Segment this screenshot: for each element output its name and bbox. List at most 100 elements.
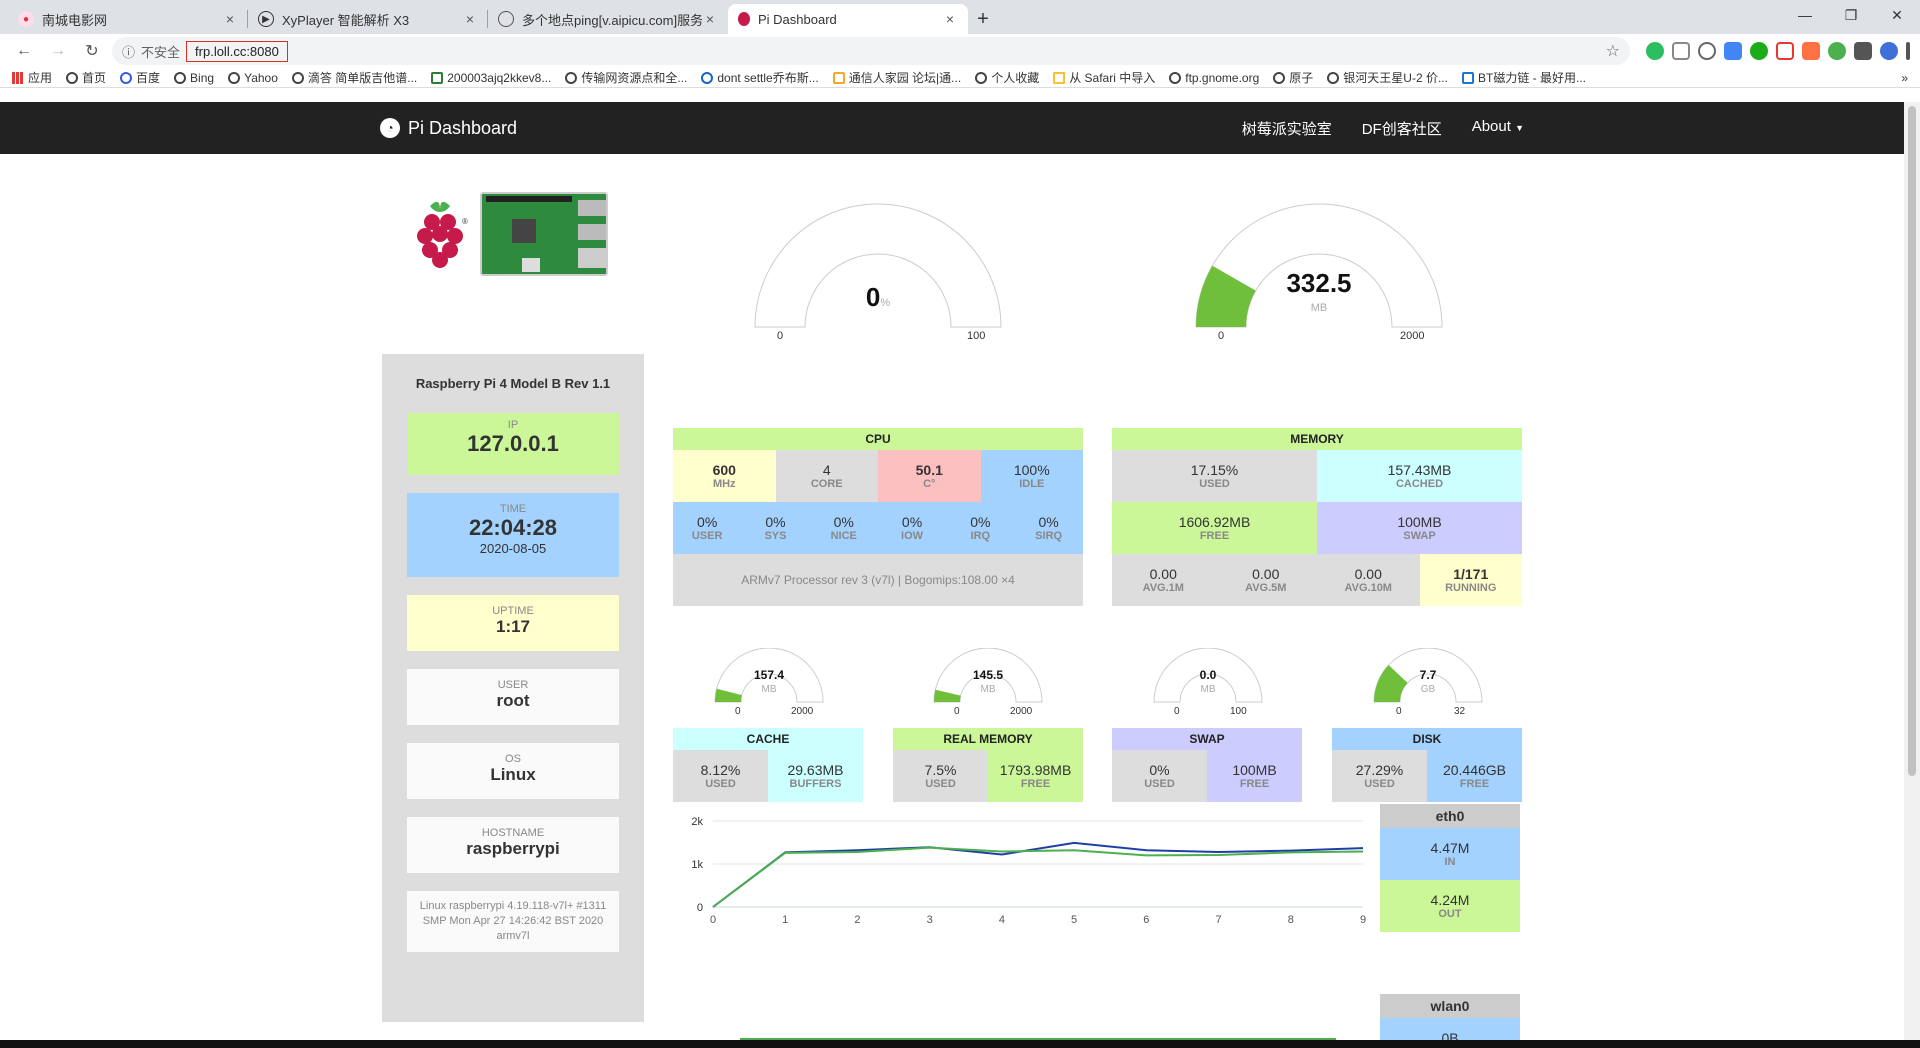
x-tick-label: 2 xyxy=(854,914,860,926)
page-scrollbar[interactable] xyxy=(1904,102,1920,1040)
close-icon[interactable]: × xyxy=(702,11,718,27)
bookmark-item[interactable]: 百度 xyxy=(120,69,160,86)
x-tick-label: 1 xyxy=(782,914,788,926)
globe-icon xyxy=(66,71,79,84)
memory-swap: 100MB SWAP xyxy=(1317,502,1522,554)
cpu-stat: 0% IRQ xyxy=(970,514,991,542)
extension-icon[interactable] xyxy=(1698,42,1716,60)
close-icon[interactable]: × xyxy=(222,11,238,27)
swap-gauge: 0.0 MB 0 100 xyxy=(1150,647,1266,724)
minimize-icon[interactable]: — xyxy=(1782,0,1828,30)
eth0-in: 4.47M IN xyxy=(1380,828,1520,880)
restore-icon[interactable]: ❐ xyxy=(1828,0,1874,30)
browser-tab[interactable]: ● 南城电影网 × xyxy=(8,4,248,34)
load-avg-1m: 0.00 AVG.1M xyxy=(1142,566,1184,594)
close-icon[interactable]: × xyxy=(942,11,958,27)
tab-bar: ● 南城电影网 × ▶ XyPlayer 智能解析 X3 × 多个地点ping[… xyxy=(0,0,1920,34)
os-box: OS Linux xyxy=(407,743,619,799)
movie-site-icon: ● xyxy=(18,11,34,27)
address-bar[interactable]: ⓘ 不安全 frp.loll.cc:8080 ☆ xyxy=(112,37,1630,65)
translate-icon[interactable] xyxy=(1724,42,1742,60)
bookmark-item[interactable]: ftp.gnome.org xyxy=(1169,71,1259,85)
bookmark-star-icon[interactable]: ☆ xyxy=(1606,41,1620,61)
bookmark-item[interactable]: 银河天王星U-2 价... xyxy=(1327,69,1448,86)
x-tick-label: 6 xyxy=(1143,914,1149,926)
memory-used: 17.15% USED xyxy=(1112,450,1317,502)
browser-tab-active[interactable]: Pi Dashboard × xyxy=(728,4,968,34)
bookmark-item[interactable]: 通信人家园 论坛|通... xyxy=(832,69,961,86)
info-icon[interactable]: ⓘ xyxy=(122,42,135,61)
bookmark-item[interactable]: 滴答 简单版吉他谱... xyxy=(291,69,417,86)
bookmark-item[interactable]: BT磁力链 - 最好用... xyxy=(1461,69,1586,86)
uptime-box: UPTIME 1:17 xyxy=(407,595,619,651)
crop-icon[interactable] xyxy=(1776,42,1794,60)
pi-model: Raspberry Pi 4 Model B Rev 1.1 xyxy=(415,376,611,391)
close-window-icon[interactable]: ✕ xyxy=(1874,0,1920,30)
more-bookmarks-icon[interactable]: » xyxy=(1901,71,1908,85)
check-icon[interactable] xyxy=(1750,42,1768,60)
cache-panel: CACHE 8.12% USED 29.63MB BUFFERS xyxy=(673,728,863,802)
site-navbar: ◔ Pi Dashboard 树莓派实验室 DF创客社区 About ▼ xyxy=(0,102,1904,154)
cpu-model: ARMv7 Processor rev 3 (v7l) | Bogomips:1… xyxy=(673,554,1083,606)
insecure-label: 不安全 xyxy=(141,44,181,60)
nav-link-about[interactable]: About ▼ xyxy=(1472,118,1524,139)
back-icon[interactable]: ← xyxy=(10,37,38,65)
caret-down-icon: ▼ xyxy=(1515,122,1524,133)
series-line-1 xyxy=(712,846,1364,908)
taskbar xyxy=(0,1040,1920,1048)
bookmark-item[interactable]: 个人收藏 xyxy=(975,69,1039,86)
feed-icon[interactable] xyxy=(1802,42,1820,60)
brand[interactable]: ◔ Pi Dashboard xyxy=(380,118,517,139)
time-box: TIME 22:04:28 2020-08-05 xyxy=(407,493,619,577)
globe-ext-icon[interactable] xyxy=(1828,42,1846,60)
bookmark-item[interactable]: 200003ajq2kkev8... xyxy=(431,71,551,85)
memory-cached: 157.43MB CACHED xyxy=(1317,450,1522,502)
bookmark-item[interactable]: 应用 xyxy=(12,69,52,86)
browser-tab[interactable]: ▶ XyPlayer 智能解析 X3 × xyxy=(248,4,488,34)
y-tick-label: 2k xyxy=(691,816,703,828)
evernote-icon[interactable] xyxy=(1646,42,1664,60)
browser-toolbar: ← → ↻ ⓘ 不安全 frp.loll.cc:8080 ☆ xyxy=(0,34,1920,68)
running-processes: 1/171 RUNNING xyxy=(1419,554,1522,606)
scrollbar-thumb[interactable] xyxy=(1908,106,1916,776)
cpu-freq: 600 MHz xyxy=(673,450,776,502)
bookmark-item[interactable]: 从 Safari 中导入 xyxy=(1053,69,1155,86)
baidu-icon xyxy=(120,71,133,84)
window-controls: — ❐ ✕ xyxy=(1782,0,1920,30)
avatar[interactable] xyxy=(1880,42,1898,60)
puzzle-icon[interactable] xyxy=(1854,42,1872,60)
x-tick-label: 0 xyxy=(710,914,716,926)
date-value: 2020-08-05 xyxy=(479,541,547,556)
bookmark-item[interactable]: 原子 xyxy=(1273,69,1313,86)
disk-gauge: 7.7 GB 0 32 xyxy=(1370,647,1486,724)
bt-icon xyxy=(1461,71,1474,84)
menu-icon[interactable] xyxy=(1906,42,1910,60)
shield-icon[interactable] xyxy=(1672,42,1690,60)
x-tick-label: 9 xyxy=(1360,914,1366,926)
tab-title: XyPlayer 智能解析 X3 xyxy=(282,12,410,28)
nav-link[interactable]: DF创客社区 xyxy=(1362,118,1442,139)
bookmark-item[interactable]: dont settle乔布斯... xyxy=(701,69,819,86)
real-memory-gauge: 145.5 MB 0 2000 xyxy=(930,647,1046,724)
reload-icon[interactable]: ↻ xyxy=(78,37,106,65)
close-icon[interactable]: × xyxy=(462,11,478,27)
bookmark-item[interactable]: 传输网资源点和全... xyxy=(565,69,687,86)
tab-title: 南城电影网 xyxy=(42,12,108,28)
globe-icon xyxy=(174,71,187,84)
globe-icon xyxy=(1273,71,1286,84)
forward-icon[interactable]: → xyxy=(44,37,72,65)
url-text[interactable]: frp.loll.cc:8080 xyxy=(186,40,288,62)
globe-icon xyxy=(1327,71,1340,84)
apps-grid-icon xyxy=(12,71,24,84)
browser-tab[interactable]: 多个地点ping[v.aipicu.com]服务 × xyxy=(488,4,728,34)
memory-title: MEMORY xyxy=(1112,428,1522,450)
bookmark-item[interactable]: 首页 xyxy=(66,69,106,86)
cpu-idle: 100% IDLE xyxy=(980,450,1083,502)
bookmark-item[interactable]: Bing xyxy=(174,71,214,85)
seventeen-icon xyxy=(431,71,444,84)
c114-icon xyxy=(832,71,845,84)
memory-free: 1606.92MB FREE xyxy=(1112,502,1317,554)
new-tab-button[interactable]: + xyxy=(968,4,998,34)
nav-link[interactable]: 树莓派实验室 xyxy=(1242,118,1332,139)
bookmark-item[interactable]: Yahoo xyxy=(228,71,278,85)
